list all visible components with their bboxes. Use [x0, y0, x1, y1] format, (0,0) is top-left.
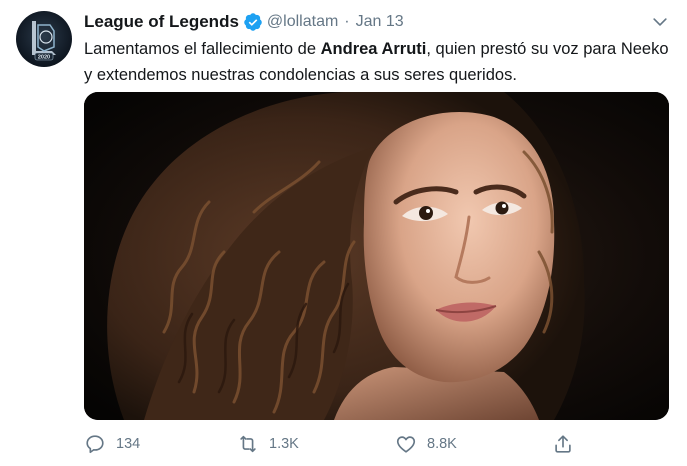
retweet-count: 1.3K	[269, 436, 299, 452]
tweet-photo[interactable]	[84, 92, 669, 420]
tweet-text-start: Lamentamos el fallecimiento de	[84, 40, 321, 58]
avatar[interactable]: 2020	[16, 11, 72, 67]
tweet-text: Lamentamos el fallecimiento de Andrea Ar…	[84, 36, 674, 88]
verified-badge-icon	[243, 12, 263, 32]
chevron-down-icon[interactable]	[650, 12, 670, 32]
display-name[interactable]: League of Legends	[84, 12, 239, 32]
separator-dot: ·	[344, 13, 350, 30]
reply-count: 134	[116, 436, 141, 452]
share-button[interactable]	[552, 430, 574, 458]
tweet-actions: 134 1.3K 8.8K	[84, 430, 584, 458]
tweet-mention-name: Andrea Arruti	[320, 40, 427, 58]
share-icon	[555, 435, 571, 453]
like-count: 8.8K	[427, 436, 457, 452]
heart-icon	[396, 436, 416, 453]
league-logo-icon: 2020	[32, 21, 56, 61]
reply-button[interactable]: 134	[84, 430, 140, 458]
like-button[interactable]: 8.8K	[395, 430, 457, 458]
user-handle[interactable]: @lollatam	[267, 13, 338, 31]
avatar-badge-text: 2020	[38, 55, 50, 61]
reply-icon	[86, 435, 104, 454]
portrait-photo	[84, 92, 669, 420]
retweet-icon	[240, 435, 256, 453]
tweet-date[interactable]: Jan 13	[356, 13, 404, 31]
tweet-header: League of Legends @lollatam · Jan 13	[84, 10, 404, 34]
retweet-button[interactable]: 1.3K	[237, 430, 299, 458]
tweet[interactable]: 2020 League of Legends @lollatam · Jan 1…	[0, 0, 687, 466]
